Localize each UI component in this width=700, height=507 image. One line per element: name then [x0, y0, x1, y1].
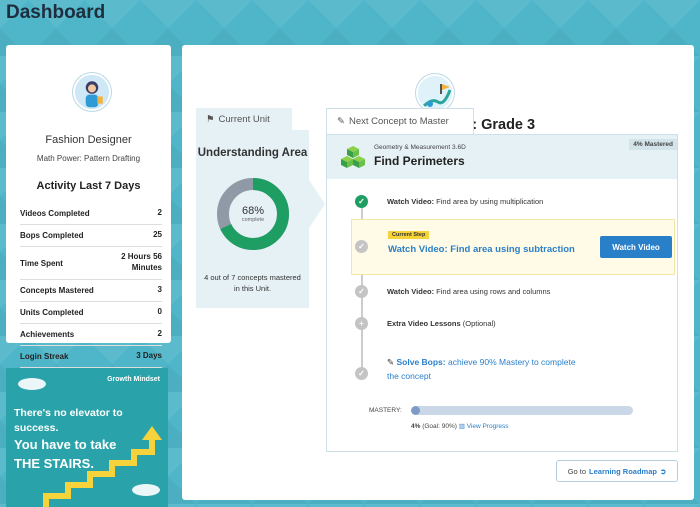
step-detail: (Optional): [460, 319, 496, 328]
flag-icon: ⚑: [206, 113, 215, 125]
stat-row: Achievements 2: [20, 324, 162, 346]
stat-row: Concepts Mastered 3: [20, 280, 162, 302]
check-icon: ✓: [355, 285, 368, 298]
growth-mindset-poster: Growth Mindset There's no elevator to su…: [6, 368, 168, 507]
activity-title: Activity Last 7 Days: [36, 180, 141, 192]
unit-name: Understanding Area: [197, 147, 308, 159]
unit-description: 4 out of 7 concepts mastered in this Uni…: [204, 273, 301, 294]
pencil-icon: ✎: [337, 116, 345, 127]
go-to-roadmap-button[interactable]: Go to Learning Roadmap ➲: [556, 460, 678, 482]
mastery-progress-fill: [411, 406, 420, 415]
stat-label: Videos Completed: [20, 209, 90, 218]
tab-next-concept[interactable]: ✎ Next Concept to Master: [326, 108, 474, 134]
tab-current-unit[interactable]: ⚑ Current Unit: [196, 108, 292, 130]
page-title: Dashboard: [6, 2, 106, 23]
math-power: Math Power: Pattern Drafting: [36, 154, 141, 163]
stat-row: Time Spent 2 Hours 56 Minutes: [20, 247, 162, 280]
stat-label: Bops Completed: [20, 231, 84, 240]
goto-link-label: Learning Roadmap: [589, 466, 657, 476]
bops-text: ✎ Solve Bops: achieve 90% Mastery to com…: [387, 356, 577, 383]
cubes-icon: [341, 146, 365, 168]
profile-name: Fashion Designer: [45, 134, 132, 146]
view-progress-link[interactable]: ▥ View Progress: [459, 423, 509, 430]
step-detail: Find area by using multiplication: [434, 197, 544, 206]
mastery-goal: (Goal: 90%): [420, 423, 457, 430]
check-icon: ✓: [355, 195, 368, 208]
plus-icon: +: [355, 317, 368, 330]
step-prefix: Watch Video:: [387, 287, 435, 296]
unit-percent-sub: complete: [241, 217, 265, 223]
stat-row: Bops Completed 25: [20, 225, 162, 247]
stat-row: Units Completed 0: [20, 302, 162, 324]
avatar-icon: [75, 75, 109, 109]
stat-label: Concepts Mastered: [20, 286, 94, 295]
concept-name: Find Perimeters: [374, 154, 465, 168]
watch-video-button[interactable]: Watch Video: [600, 236, 672, 258]
mastery-label: MASTERY:: [369, 407, 402, 414]
current-step-tag: Current Step: [388, 231, 430, 239]
poster-line-3: THE STAIRS.: [14, 456, 94, 472]
mastery-progress-bar: [411, 406, 633, 415]
stat-value: 2: [157, 208, 162, 218]
poster-line-2: You have to take: [14, 437, 117, 453]
poster-text: There's no elevator to success. You have…: [14, 406, 164, 474]
stat-value: 3: [157, 285, 162, 295]
stat-value: 0: [157, 307, 162, 317]
tab-label: Next Concept to Master: [348, 116, 449, 127]
step-detail: Find area using rows and columns: [434, 287, 551, 296]
profile-card: Fashion Designer Math Power: Pattern Dra…: [6, 45, 171, 368]
poster-heading: Growth Mindset: [107, 376, 160, 383]
unit-percent: 68%: [241, 205, 265, 217]
view-progress-label: View Progress: [466, 423, 509, 430]
mastered-badge: 4% Mastered: [629, 139, 677, 150]
roadmap-avatar: [416, 74, 454, 112]
activity-stats: Videos Completed 2 Bops Completed 25 Tim…: [20, 203, 162, 368]
current-step-title[interactable]: Watch Video: Find area using subtraction: [388, 244, 575, 255]
concept-header: Geometry & Measurement 3.6D Find Perimet…: [327, 135, 677, 179]
stat-value: 3 Days: [136, 351, 162, 361]
step-text: Extra Video Lessons (Optional): [387, 319, 496, 328]
mastery-info: 4% (Goal: 90%) ▥ View Progress: [411, 422, 508, 430]
step-prefix: Watch Video:: [387, 197, 435, 206]
check-icon: ✓: [355, 367, 368, 380]
step-text: Watch Video: Find area using rows and co…: [387, 287, 550, 296]
stat-label: Units Completed: [20, 308, 84, 317]
stat-label: Achievements: [20, 330, 75, 339]
panel-arrow: [309, 180, 325, 228]
goto-prefix: Go to: [567, 466, 587, 476]
pencil-icon: ✎: [387, 357, 395, 367]
check-icon: ✓: [355, 240, 368, 253]
stat-value: 2: [157, 329, 162, 339]
stat-label: Login Streak: [20, 352, 69, 361]
stat-row: Login Streak 3 Days: [20, 346, 162, 368]
donut-label: 68% complete: [215, 205, 291, 223]
tab-label: Current Unit: [218, 113, 270, 125]
chart-icon: ▥: [458, 423, 465, 430]
arrow-right-circle-icon: ➲: [659, 466, 667, 476]
next-concept-panel: Geometry & Measurement 3.6D Find Perimet…: [326, 134, 678, 452]
stat-row: Videos Completed 2: [20, 203, 162, 225]
solve-bops-link[interactable]: Solve Bops:: [397, 357, 446, 367]
stat-value: 25: [153, 230, 162, 240]
step-prefix: Extra Video Lessons: [387, 319, 461, 328]
mastery-percent: 4%: [411, 423, 421, 430]
stat-label: Time Spent: [20, 258, 63, 268]
stat-value: 2 Hours 56 Minutes: [121, 252, 162, 272]
avatar[interactable]: [73, 73, 111, 111]
poster-line-1: There's no elevator to success.: [14, 407, 123, 435]
concept-category: Geometry & Measurement 3.6D: [374, 144, 466, 151]
current-unit-panel: Understanding Area 68% complete 4 out of…: [196, 130, 309, 308]
current-step-box: Current Step Watch Video: Find area usin…: [351, 219, 675, 275]
roadmap-icon: [418, 76, 452, 110]
step-text: Watch Video: Find area by using multipli…: [387, 197, 543, 206]
